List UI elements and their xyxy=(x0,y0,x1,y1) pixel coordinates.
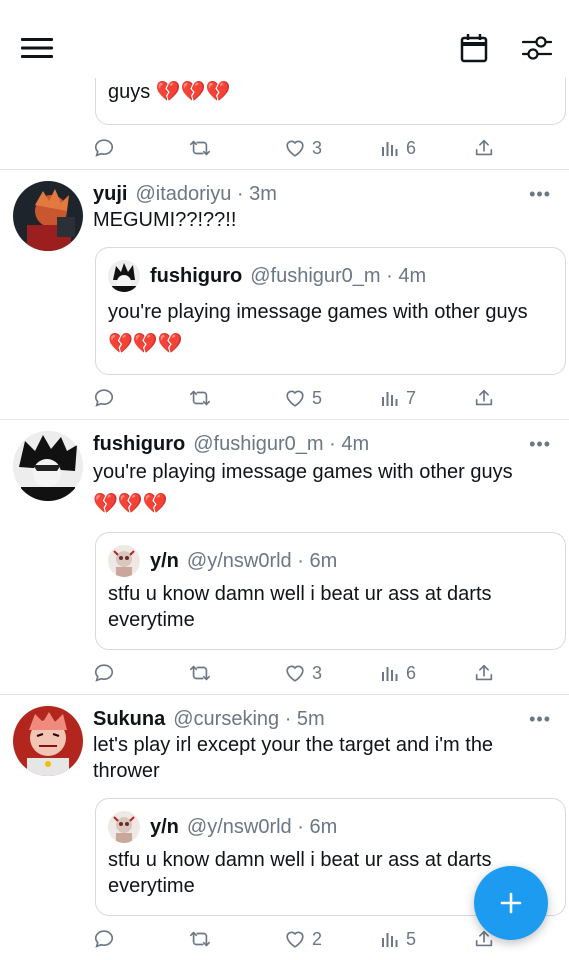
share-button[interactable] xyxy=(473,383,495,413)
share-button[interactable] xyxy=(473,133,495,163)
views-button[interactable]: 6 xyxy=(380,658,416,688)
retweet-button[interactable] xyxy=(188,133,212,163)
handle-time: @itadoriyu · 3m xyxy=(135,183,277,205)
quote-display-name: fushiguro xyxy=(150,264,243,287)
action-bar: 5 7 xyxy=(0,383,569,413)
views-count: 6 xyxy=(406,662,417,683)
share-icon xyxy=(475,664,493,681)
like-count: 3 xyxy=(312,137,323,158)
tweet-header: Sukuna @curseking · 5m xyxy=(93,708,509,731)
share-button[interactable] xyxy=(473,658,495,688)
views-button[interactable]: 6 xyxy=(380,133,416,163)
display-name[interactable]: yuji xyxy=(93,183,127,206)
quote-display-name: y/n xyxy=(150,549,179,572)
filter-button[interactable] xyxy=(514,28,560,68)
quote-handle-time: @y/nsw0rld · 6m xyxy=(186,549,338,572)
reply-icon xyxy=(94,664,114,682)
avatar[interactable] xyxy=(13,431,83,501)
action-bar: 3 6 xyxy=(0,658,569,688)
like-button[interactable]: 3 xyxy=(284,133,322,163)
retweet-button[interactable] xyxy=(188,658,212,688)
hamburger-icon xyxy=(21,38,53,58)
action-bar: 3 6 xyxy=(0,133,569,163)
heart-icon xyxy=(286,140,304,157)
menu-button[interactable] xyxy=(16,28,58,68)
like-button[interactable]: 2 xyxy=(284,924,322,954)
divider xyxy=(0,419,569,420)
quote-handle-time: @fushigur0_m · 4m xyxy=(250,264,427,287)
tweet-text: MEGUMI??!??!! xyxy=(93,209,237,231)
heart-icon xyxy=(286,665,304,682)
reply-button[interactable] xyxy=(93,658,115,688)
reply-icon xyxy=(94,389,114,407)
share-icon xyxy=(475,389,493,406)
more-options-button[interactable]: ••• xyxy=(529,434,551,455)
quote-avatar xyxy=(108,811,140,843)
retweet-icon xyxy=(190,665,210,681)
tweet-header: yuji @itadoriyu · 3m xyxy=(93,183,509,206)
share-icon xyxy=(475,139,493,156)
views-icon xyxy=(382,142,398,156)
calendar-icon xyxy=(460,34,488,63)
views-icon xyxy=(382,667,398,681)
heart-icon xyxy=(286,931,304,948)
like-button[interactable]: 5 xyxy=(284,383,322,413)
retweet-button[interactable] xyxy=(188,383,212,413)
quote-header: y/n @y/nsw0rld · 6m xyxy=(108,811,337,843)
views-count: 5 xyxy=(406,928,417,949)
reply-icon xyxy=(94,930,114,948)
more-options-button[interactable]: ••• xyxy=(529,184,551,205)
quote-avatar xyxy=(108,545,140,577)
views-count: 7 xyxy=(406,387,417,408)
quote-text: stfu u know damn well i beat ur ass at d… xyxy=(108,583,492,631)
quote-avatar xyxy=(108,260,140,292)
like-count: 5 xyxy=(312,387,323,408)
quote-card[interactable]: y/n @y/nsw0rld · 6m stfu u know damn wel… xyxy=(95,532,566,650)
views-button[interactable]: 7 xyxy=(380,383,416,413)
quote-text: you're playing imessage games with other… xyxy=(108,301,528,355)
divider xyxy=(0,694,569,695)
quote-handle-time: @y/nsw0rld · 6m xyxy=(186,815,338,838)
retweet-button[interactable] xyxy=(188,924,212,954)
compose-button[interactable] xyxy=(474,866,548,940)
handle-time: @fushigur0_m · 4m xyxy=(193,433,370,455)
timeline-screen: guys 💔💔💔 3 6 yuji @itadoriyu · 3m ••• ME… xyxy=(0,0,569,960)
views-count: 6 xyxy=(406,137,417,158)
retweet-icon xyxy=(190,931,210,947)
avatar[interactable] xyxy=(13,181,83,251)
more-options-button[interactable]: ••• xyxy=(529,709,551,730)
reply-button[interactable] xyxy=(93,924,115,954)
quote-display-name: y/n xyxy=(150,815,179,838)
top-bar xyxy=(0,0,569,78)
like-button[interactable]: 3 xyxy=(284,658,322,688)
views-icon xyxy=(382,392,398,406)
tweet-header: fushiguro @fushigur0_m · 4m xyxy=(93,433,509,456)
reply-button[interactable] xyxy=(93,383,115,413)
tweet-text: you're playing imessage games with other… xyxy=(93,461,513,515)
reply-button[interactable] xyxy=(93,133,115,163)
divider xyxy=(0,169,569,170)
sliders-icon xyxy=(522,36,552,60)
display-name[interactable]: fushiguro xyxy=(93,433,185,456)
retweet-icon xyxy=(190,140,210,156)
tweet-text: let's play irl except your the target an… xyxy=(93,734,494,782)
display-name[interactable]: Sukuna xyxy=(93,708,165,731)
views-icon xyxy=(382,933,398,947)
quote-header: y/n @y/nsw0rld · 6m xyxy=(108,545,337,577)
calendar-button[interactable] xyxy=(452,28,496,68)
retweet-icon xyxy=(190,390,210,406)
quote-text: guys 💔💔💔 xyxy=(108,81,231,103)
heart-icon xyxy=(286,390,304,407)
reply-icon xyxy=(94,139,114,157)
avatar[interactable] xyxy=(13,706,83,776)
plus-icon xyxy=(500,892,522,914)
views-button[interactable]: 5 xyxy=(380,924,416,954)
like-count: 3 xyxy=(312,662,323,683)
handle-time: @curseking · 5m xyxy=(173,708,325,730)
quote-header: fushiguro @fushigur0_m · 4m xyxy=(108,260,426,292)
quote-card[interactable]: fushiguro @fushigur0_m · 4m you're playi… xyxy=(95,247,566,375)
like-count: 2 xyxy=(312,928,323,949)
